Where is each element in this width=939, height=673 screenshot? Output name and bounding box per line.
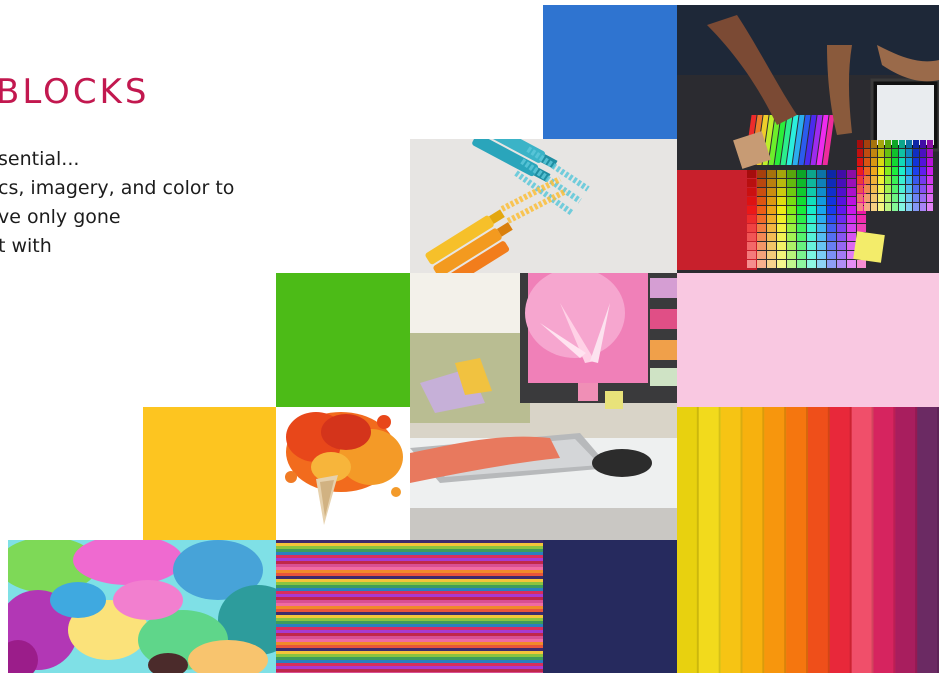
blue-color-block <box>543 5 677 139</box>
green-color-block <box>276 273 410 407</box>
designers-color-swatches-photo <box>677 5 939 273</box>
pink-color-block <box>677 273 939 407</box>
slide-body-text: sential... cs, imagery, and color to ve … <box>0 145 234 261</box>
body-line: t with <box>0 235 52 257</box>
computer-desk-photo <box>410 273 677 540</box>
body-line: cs, imagery, and color to <box>0 177 235 199</box>
rainbow-strips-photo <box>677 407 939 673</box>
paint-splash-photo <box>8 540 276 673</box>
body-line: ve only gone <box>0 206 121 228</box>
horizontal-stripes-pattern <box>276 540 543 673</box>
yellow-color-block <box>143 407 276 540</box>
ice-cream-splash-photo <box>276 407 410 540</box>
slide-title: BLOCKS <box>0 72 150 112</box>
body-line: sential... <box>0 148 80 170</box>
highlighter-markers-photo <box>410 139 677 273</box>
navy-color-block <box>543 540 677 673</box>
